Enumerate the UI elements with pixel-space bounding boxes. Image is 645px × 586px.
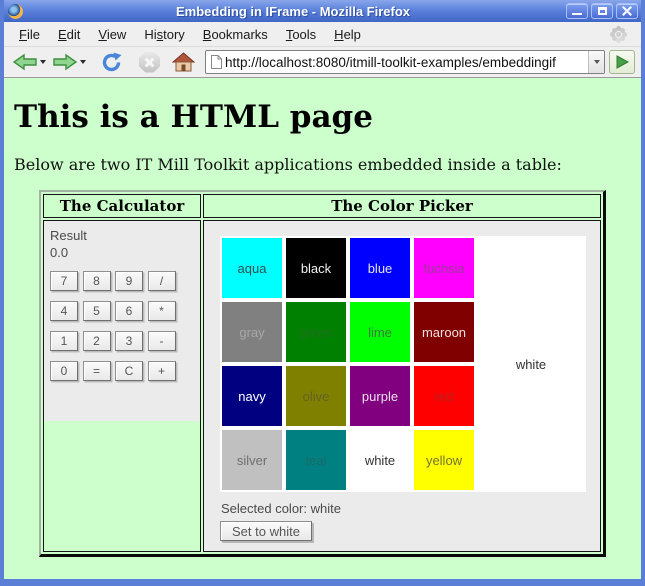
forward-button[interactable] — [52, 52, 78, 72]
embed-table: The Calculator The Color Picker Result 0… — [39, 190, 606, 557]
intro-text: Below are two IT Mill Toolkit applicatio… — [14, 155, 635, 174]
color-swatch-white[interactable]: white — [350, 430, 410, 490]
home-icon — [172, 52, 195, 72]
maximize-icon — [598, 7, 607, 15]
reload-button[interactable] — [100, 51, 123, 74]
color-swatch-gray[interactable]: gray — [222, 302, 282, 362]
stop-button[interactable] — [139, 52, 160, 73]
navigation-toolbar — [4, 47, 641, 78]
maximize-button[interactable] — [591, 3, 613, 19]
calc-key-3[interactable]: 3 — [115, 331, 143, 351]
page-icon — [210, 54, 223, 70]
selected-color-label: Selected color: white — [221, 501, 600, 516]
color-swatch-green[interactable]: green — [286, 302, 346, 362]
chevron-down-icon — [594, 60, 600, 64]
color-picker-iframe: aqua black blue fuchsia white gray green… — [204, 221, 600, 551]
color-swatch-grid: aqua black blue fuchsia white gray green… — [220, 236, 586, 492]
back-history-dropdown[interactable] — [40, 60, 46, 64]
reload-icon — [100, 51, 123, 74]
url-input[interactable] — [223, 52, 588, 72]
color-swatch-aqua[interactable]: aqua — [222, 238, 282, 298]
color-swatch-blue[interactable]: blue — [350, 238, 410, 298]
color-swatch-yellow[interactable]: yellow — [414, 430, 474, 490]
calculator-cell: Result 0.0 7 8 9 / 4 5 6 * 1 2 — [43, 220, 201, 552]
color-swatch-navy[interactable]: navy — [222, 366, 282, 426]
color-picker-cell: aqua black blue fuchsia white gray green… — [203, 220, 601, 552]
set-to-white-button[interactable]: Set to white — [220, 521, 312, 541]
page-content: This is a HTML page Below are two IT Mil… — [4, 78, 641, 579]
forward-arrow-icon — [52, 52, 78, 72]
window-title: Embedding in IFrame - Mozilla Firefox — [23, 4, 563, 19]
calc-key-multiply[interactable]: * — [148, 301, 176, 321]
calc-result-label: Result — [50, 227, 194, 244]
calc-key-2[interactable]: 2 — [83, 331, 111, 351]
calc-key-1[interactable]: 1 — [50, 331, 78, 351]
calc-key-4[interactable]: 4 — [50, 301, 78, 321]
calc-key-0[interactable]: 0 — [50, 361, 78, 381]
color-swatch-olive[interactable]: olive — [286, 366, 346, 426]
menu-file[interactable]: File — [10, 24, 49, 45]
back-button[interactable] — [12, 52, 38, 72]
menu-view[interactable]: View — [89, 24, 135, 45]
calc-key-6[interactable]: 6 — [115, 301, 143, 321]
color-swatch-fuchsia[interactable]: fuchsia — [414, 238, 474, 298]
forward-history-dropdown[interactable] — [80, 60, 86, 64]
close-button[interactable] — [616, 3, 638, 19]
calc-key-equals[interactable]: = — [83, 361, 111, 381]
titlebar: Embedding in IFrame - Mozilla Firefox — [4, 0, 641, 22]
menu-tools[interactable]: Tools — [277, 24, 325, 45]
calc-key-clear[interactable]: C — [115, 361, 143, 381]
go-arrow-icon — [615, 55, 629, 69]
activity-throbber-icon — [616, 32, 621, 37]
firefox-icon — [8, 4, 23, 19]
calc-key-plus[interactable]: + — [148, 361, 176, 381]
menu-help[interactable]: Help — [325, 24, 370, 45]
page-title: This is a HTML page — [14, 99, 635, 135]
browser-window: Embedding in IFrame - Mozilla Firefox Fi… — [0, 0, 645, 586]
color-swatch-red[interactable]: red — [414, 366, 474, 426]
menu-edit[interactable]: Edit — [49, 24, 89, 45]
go-button[interactable] — [609, 50, 635, 74]
calc-key-divide[interactable]: / — [148, 271, 176, 291]
calc-keypad: 7 8 9 / 4 5 6 * 1 2 3 - 0 — [50, 271, 194, 381]
calculator-iframe: Result 0.0 7 8 9 / 4 5 6 * 1 2 — [44, 221, 200, 421]
color-picker-header: The Color Picker — [203, 194, 601, 218]
calc-result-value: 0.0 — [50, 244, 194, 261]
url-bar — [205, 50, 605, 74]
calculator-header: The Calculator — [43, 194, 201, 218]
calc-key-9[interactable]: 9 — [115, 271, 143, 291]
url-dropdown-button[interactable] — [588, 51, 604, 73]
color-swatch-silver[interactable]: silver — [222, 430, 282, 490]
color-swatch-black[interactable]: black — [286, 238, 346, 298]
color-swatch-maroon[interactable]: maroon — [414, 302, 474, 362]
menubar: File Edit View History Bookmarks Tools H… — [4, 22, 641, 47]
color-swatch-purple[interactable]: purple — [350, 366, 410, 426]
back-arrow-icon — [12, 52, 38, 72]
calc-key-minus[interactable]: - — [148, 331, 176, 351]
selected-color-preview: white — [478, 238, 584, 490]
calc-key-8[interactable]: 8 — [83, 271, 111, 291]
home-button[interactable] — [172, 52, 195, 72]
calc-key-5[interactable]: 5 — [83, 301, 111, 321]
minimize-icon — [572, 13, 582, 15]
menu-bookmarks[interactable]: Bookmarks — [194, 24, 277, 45]
calc-key-7[interactable]: 7 — [50, 271, 78, 291]
color-swatch-teal[interactable]: teal — [286, 430, 346, 490]
menu-history[interactable]: History — [135, 24, 193, 45]
color-swatch-lime[interactable]: lime — [350, 302, 410, 362]
minimize-button[interactable] — [566, 3, 588, 19]
